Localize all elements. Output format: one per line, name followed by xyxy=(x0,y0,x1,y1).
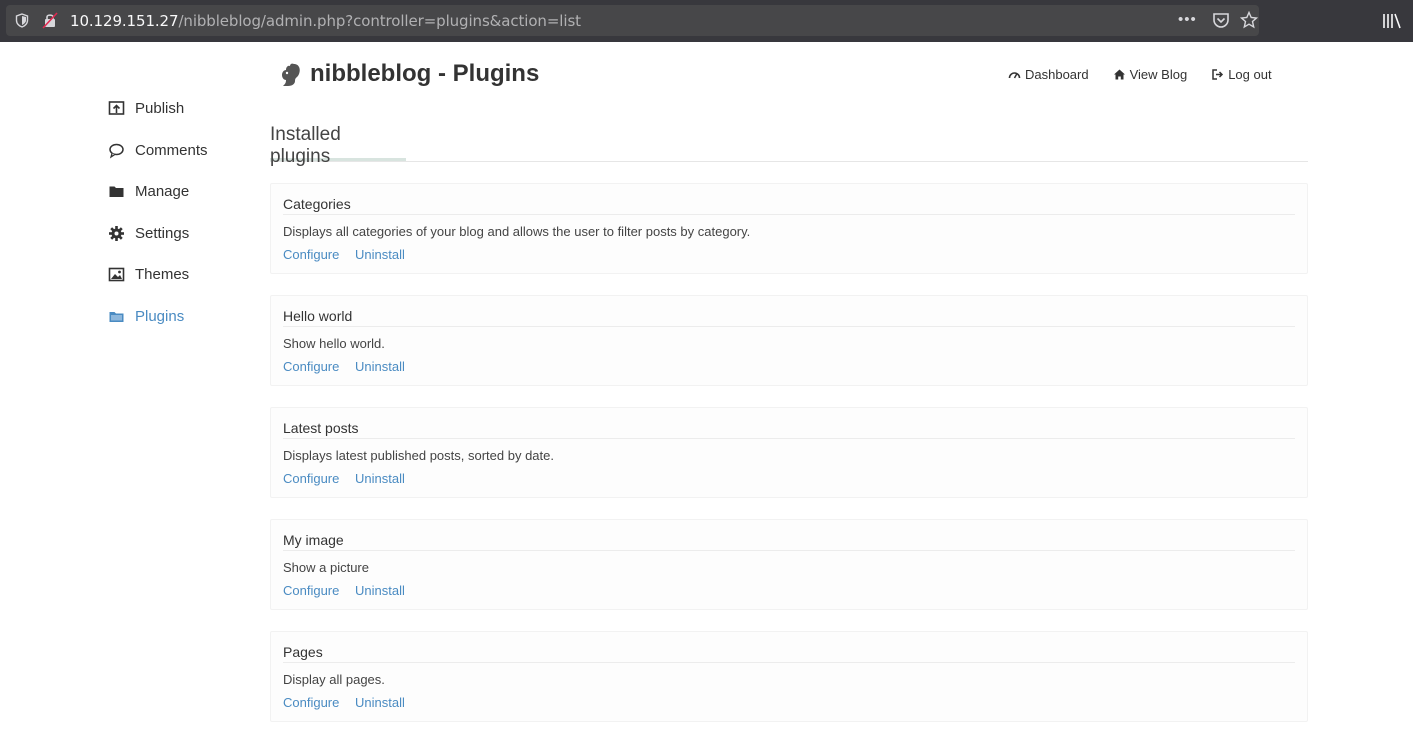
comment-icon xyxy=(109,143,124,159)
plugin-panel: Categories Displays all categories of yo… xyxy=(270,183,1308,274)
top-nav: Dashboard View Blog Log out xyxy=(1008,67,1296,82)
configure-link[interactable]: Configure xyxy=(283,695,339,710)
plugin-name: Hello world xyxy=(283,308,353,324)
plugin-panel: Latest posts Displays latest published p… xyxy=(270,407,1308,498)
plugin-name: My image xyxy=(283,532,344,548)
sidebar-item-comments[interactable]: Comments xyxy=(108,130,258,172)
sidebar-item-publish[interactable]: Publish xyxy=(108,88,258,130)
plugin-name: Pages xyxy=(283,644,323,660)
configure-link[interactable]: Configure xyxy=(283,471,339,486)
plugin-panel: My image Show a picture Configure Uninst… xyxy=(270,519,1308,610)
plugin-actions: Configure Uninstall xyxy=(283,247,417,262)
nav-label: Dashboard xyxy=(1025,67,1089,82)
plugin-description: Show hello world. xyxy=(283,336,385,351)
sidebar-item-themes[interactable]: Themes xyxy=(108,254,258,296)
sidebar-item-label: Comments xyxy=(135,141,208,159)
plugin-panel: Pages Display all pages. Configure Unins… xyxy=(270,631,1308,722)
divider xyxy=(283,438,1295,439)
nav-logout-link[interactable]: Log out xyxy=(1211,67,1272,82)
browser-toolbar: 10.129.151.27/nibbleblog/admin.php?contr… xyxy=(0,0,1413,42)
plugin-actions: Configure Uninstall xyxy=(283,695,417,710)
nav-view-blog-link[interactable]: View Blog xyxy=(1113,67,1188,82)
insecure-lock-icon[interactable] xyxy=(42,12,58,29)
sidebar-item-settings[interactable]: Settings xyxy=(108,213,258,255)
url-path: /nibbleblog/admin.php?controller=plugins… xyxy=(178,12,581,30)
plugin-description: Show a picture xyxy=(283,560,369,575)
folder-icon xyxy=(109,186,124,198)
library-icon[interactable] xyxy=(1382,12,1402,30)
configure-link[interactable]: Configure xyxy=(283,247,339,262)
gear-icon xyxy=(109,225,124,241)
plugin-description: Displays all categories of your blog and… xyxy=(283,224,751,239)
sidebar-item-label: Settings xyxy=(135,224,190,242)
divider xyxy=(283,326,1295,327)
plugin-actions: Configure Uninstall xyxy=(283,583,417,598)
page-header: nibbleblog - Plugins xyxy=(278,60,539,88)
configure-link[interactable]: Configure xyxy=(283,583,339,598)
tab-installed-plugins[interactable]: Installed plugins xyxy=(270,124,406,167)
sidebar-item-manage[interactable]: Manage xyxy=(108,171,258,213)
plugin-name: Categories xyxy=(283,196,351,212)
page-actions-icon[interactable]: ••• xyxy=(1178,11,1197,28)
uninstall-link[interactable]: Uninstall xyxy=(355,359,405,374)
plugin-description: Display all pages. xyxy=(283,672,385,687)
home-icon xyxy=(1113,69,1125,80)
bookmark-star-icon[interactable] xyxy=(1240,11,1258,29)
plugin-name: Latest posts xyxy=(283,420,359,436)
shield-icon[interactable] xyxy=(15,13,29,28)
divider xyxy=(283,662,1295,663)
plugin-panel: Hello world Show hello world. Configure … xyxy=(270,295,1308,386)
logout-icon xyxy=(1212,69,1224,80)
url-text[interactable]: 10.129.151.27/nibbleblog/admin.php?contr… xyxy=(70,12,581,30)
configure-link[interactable]: Configure xyxy=(283,359,339,374)
plugin-description: Displays latest published posts, sorted … xyxy=(283,448,554,463)
sidebar-item-label: Publish xyxy=(135,100,185,118)
pocket-icon[interactable] xyxy=(1212,12,1230,29)
plugins-icon xyxy=(109,311,124,322)
admin-sidebar: Publish Comments Manage Settings Themes … xyxy=(108,88,258,337)
divider xyxy=(283,550,1295,551)
uninstall-link[interactable]: Uninstall xyxy=(355,471,405,486)
nav-label: View Blog xyxy=(1129,67,1188,82)
sidebar-item-label: Manage xyxy=(135,183,190,201)
nav-label: Log out xyxy=(1228,67,1272,82)
url-bar[interactable]: 10.129.151.27/nibbleblog/admin.php?contr… xyxy=(6,5,1259,36)
sidebar-item-plugins[interactable]: Plugins xyxy=(108,296,258,338)
squirrel-logo-icon xyxy=(282,63,300,86)
publish-icon xyxy=(108,101,125,116)
plugin-actions: Configure Uninstall xyxy=(283,471,417,486)
uninstall-link[interactable]: Uninstall xyxy=(355,695,405,710)
nav-dashboard-link[interactable]: Dashboard xyxy=(1008,67,1089,82)
url-host: 10.129.151.27 xyxy=(70,12,179,30)
tab-bar: Installed plugins xyxy=(270,124,1308,167)
dashboard-icon xyxy=(1008,72,1021,79)
page-title: nibbleblog - Plugins xyxy=(310,60,540,87)
image-icon xyxy=(108,267,125,282)
plugin-list: Categories Displays all categories of yo… xyxy=(270,183,1308,743)
sidebar-item-label: Plugins xyxy=(135,307,185,325)
sidebar-item-label: Themes xyxy=(135,266,190,284)
plugin-actions: Configure Uninstall xyxy=(283,359,417,374)
uninstall-link[interactable]: Uninstall xyxy=(355,583,405,598)
uninstall-link[interactable]: Uninstall xyxy=(355,247,405,262)
divider xyxy=(283,214,1295,215)
